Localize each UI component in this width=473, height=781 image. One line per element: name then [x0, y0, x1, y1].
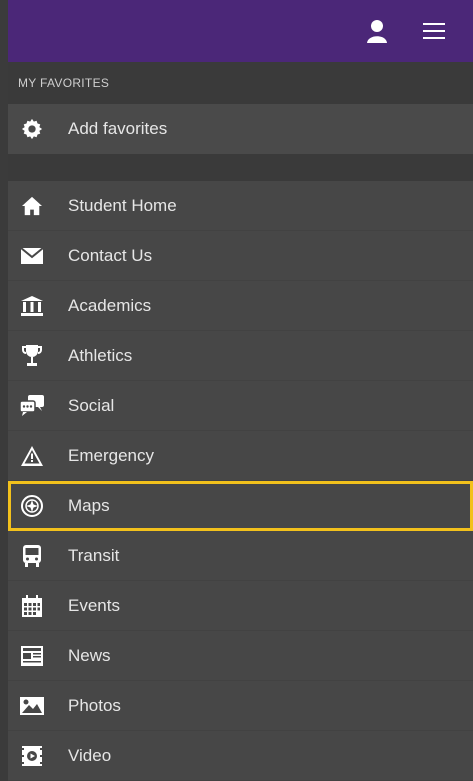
menu-item-photos[interactable]: Photos: [8, 681, 473, 731]
video-icon: [20, 744, 44, 768]
user-profile-button[interactable]: [360, 14, 394, 48]
menu-item-label: Student Home: [68, 195, 177, 215]
trophy-icon: [20, 344, 44, 368]
menu-item-transit[interactable]: Transit: [8, 531, 473, 581]
warning-icon: [20, 444, 44, 468]
menu-item-news[interactable]: News: [8, 631, 473, 681]
menu-item-label: Transit: [68, 545, 120, 565]
add-favorites-item[interactable]: Add favorites: [8, 104, 473, 154]
menu-item-label: Maps: [68, 496, 110, 515]
calendar-icon: [20, 594, 44, 618]
menu-item-video[interactable]: Video: [8, 731, 473, 781]
institution-icon: [20, 294, 44, 318]
menu-item-label: Emergency: [68, 445, 154, 465]
menu-item-social[interactable]: Social: [8, 381, 473, 431]
chat-bubbles-icon: [20, 394, 44, 418]
menu-item-label: Video: [68, 745, 112, 765]
menu-item-label: Photos: [68, 695, 121, 715]
menu-item-athletics[interactable]: Athletics: [8, 331, 473, 381]
menu-item-label: Social: [68, 395, 115, 415]
menu-item-label: Contact Us: [68, 245, 153, 265]
menu-item-label: News: [68, 645, 111, 665]
my-favorites-header: MY FAVORITES: [8, 62, 473, 104]
menu-item-student-home[interactable]: Student Home: [8, 181, 473, 231]
hamburger-menu-button[interactable]: [417, 14, 451, 48]
menu-item-events[interactable]: Events: [8, 581, 473, 631]
photo-icon: [20, 694, 44, 718]
hamburger-icon: [423, 23, 445, 39]
user-icon: [367, 20, 387, 43]
menu-list: Student Home Contact Us Academics Athlet…: [8, 181, 473, 781]
envelope-icon: [20, 244, 44, 268]
section-spacer: [8, 154, 473, 181]
gear-icon: [20, 117, 44, 141]
menu-item-academics[interactable]: Academics: [8, 281, 473, 331]
side-menu: MY FAVORITES Add favorites Student Home …: [8, 0, 473, 781]
menu-item-label: Events: [68, 595, 120, 615]
bus-icon: [20, 544, 44, 568]
add-favorites-label: Add favorites: [68, 119, 168, 138]
home-icon: [20, 194, 44, 218]
menu-item-emergency[interactable]: Emergency: [8, 431, 473, 481]
menu-item-contact-us[interactable]: Contact Us: [8, 231, 473, 281]
top-bar: [8, 0, 473, 62]
newspaper-icon: [20, 644, 44, 668]
compass-icon: [20, 494, 44, 518]
menu-item-label: Academics: [68, 295, 152, 315]
menu-item-label: Athletics: [68, 345, 133, 365]
menu-item-maps[interactable]: Maps: [8, 481, 473, 531]
